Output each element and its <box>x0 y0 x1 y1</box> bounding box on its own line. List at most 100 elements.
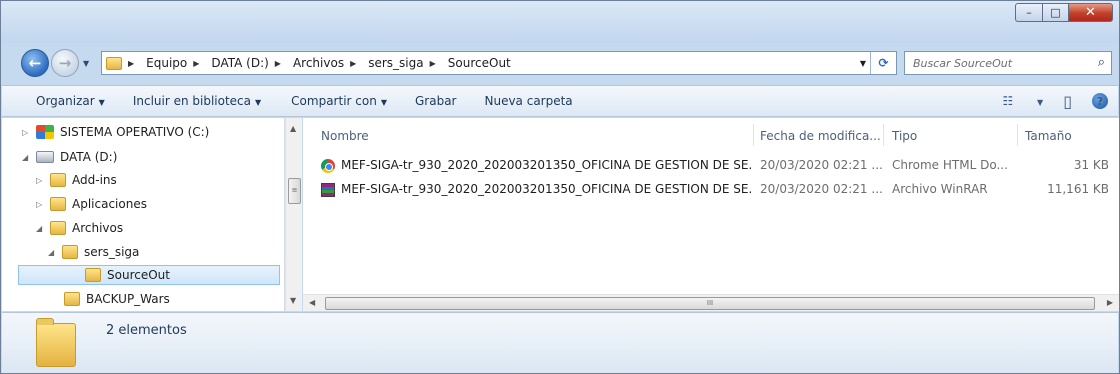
scroll-left-arrow-icon[interactable]: ◀ <box>309 298 315 307</box>
scroll-down-arrow-icon[interactable]: ▼ <box>290 296 296 305</box>
folder-icon <box>62 245 78 259</box>
share-label: Compartir con <box>291 94 377 108</box>
column-header-type[interactable]: Tipo <box>892 126 917 146</box>
folder-icon <box>85 268 101 282</box>
breadcrumb-label[interactable]: SourceOut <box>448 56 511 70</box>
search-input[interactable]: Buscar SourceOut ⌕ <box>904 51 1112 75</box>
tree-item-add-ins[interactable]: ▷ Add-ins <box>36 170 117 190</box>
tree-item-aplicaciones[interactable]: ▷ Aplicaciones <box>36 194 147 214</box>
file-type: Chrome HTML Do... <box>892 158 1008 172</box>
breadcrumb-archivos[interactable]: Archivos <box>293 56 344 70</box>
title-bar: – □ ✕ <box>1 1 1119 43</box>
breadcrumb-label[interactable]: Equipo <box>146 56 187 70</box>
tree-item-archivos[interactable]: ◢ Archivos <box>36 218 123 238</box>
tree-item-label: Archivos <box>72 221 124 235</box>
close-button[interactable]: ✕ <box>1069 3 1113 22</box>
tree-item-label: DATA (D:) <box>60 150 118 164</box>
tree-item-label: Aplicaciones <box>72 197 147 211</box>
column-header-size[interactable]: Tamaño <box>1025 126 1072 146</box>
minimize-button[interactable]: – <box>1015 3 1043 22</box>
file-size: 31 KB <box>1073 158 1109 172</box>
search-icon[interactable]: ⌕ <box>1098 55 1105 70</box>
expand-arrow-icon[interactable]: ▷ <box>22 128 32 137</box>
burn-button[interactable]: Grabar <box>401 94 471 108</box>
back-button[interactable]: ← <box>21 49 49 77</box>
file-list: Nombre Fecha de modifica... Tipo Tamaño … <box>303 118 1119 294</box>
details-pane: 2 elementos <box>2 312 1118 373</box>
view-controls: ☷ ▼ ▯ ? <box>962 86 1108 116</box>
folder-icon <box>50 221 66 235</box>
folder-icon <box>106 56 122 70</box>
breadcrumb-root-separator[interactable]: ▶ <box>128 59 140 68</box>
scrollbar-thumb[interactable]: III <box>325 297 1095 310</box>
breadcrumb-equipo[interactable]: Equipo <box>146 56 187 70</box>
organize-menu[interactable]: Organizar ▼ <box>2 94 119 108</box>
file-row[interactable]: MEF-SIGA-tr_930_2020_202003201350_OFICIN… <box>303 180 1119 200</box>
chevron-right-icon[interactable]: ▶ <box>430 59 436 68</box>
collapse-arrow-icon[interactable]: ◢ <box>22 153 32 162</box>
tree-item-data-d[interactable]: ◢ DATA (D:) <box>22 147 117 167</box>
file-list-horizontal-scrollbar[interactable]: ◀ III ▶ <box>303 294 1119 311</box>
tree-item-sourceout[interactable]: SourceOut <box>18 265 280 285</box>
caption-buttons: – □ ✕ <box>1015 3 1113 22</box>
file-name-cell[interactable]: MEF-SIGA-tr_930_2020_202003201350_OFICIN… <box>321 158 751 173</box>
breadcrumb-data-d[interactable]: DATA (D:) <box>211 56 268 70</box>
expand-arrow-icon[interactable]: ▷ <box>36 176 46 185</box>
breadcrumb-sers-siga[interactable]: sers_siga <box>368 56 423 70</box>
column-label: Tipo <box>892 129 918 143</box>
scroll-up-arrow-icon[interactable]: ▲ <box>290 124 296 133</box>
navigation-vertical-scrollbar[interactable]: ▲ ≡ ▼ <box>285 118 302 311</box>
column-label: Fecha de modifica... <box>760 129 881 143</box>
tree-item-sistema-operativo[interactable]: ▷ SISTEMA OPERATIVO (C:) <box>22 122 209 142</box>
address-history-dropdown[interactable]: ▼ <box>860 59 866 68</box>
collapse-arrow-icon[interactable]: ◢ <box>36 224 46 233</box>
column-divider[interactable] <box>1017 124 1018 146</box>
address-bar[interactable]: ▶ Equipo ▶ DATA (D:) ▶ Archivos ▶ sers_s… <box>101 51 897 75</box>
column-divider[interactable] <box>753 124 754 146</box>
chevron-right-icon[interactable]: ▶ <box>275 59 281 68</box>
chrome-icon <box>321 158 335 173</box>
change-view-button[interactable]: ☷ ▼ <box>982 94 1043 108</box>
breadcrumb-label[interactable]: Archivos <box>293 56 344 70</box>
windows-drive-icon <box>36 125 54 139</box>
winrar-icon <box>321 182 335 197</box>
breadcrumb-sourceout[interactable]: SourceOut <box>448 56 511 70</box>
preview-pane-button[interactable]: ▯ <box>1063 92 1072 111</box>
maximize-button[interactable]: □ <box>1043 3 1069 22</box>
chevron-right-icon[interactable]: ▶ <box>193 59 199 68</box>
include-in-library-menu[interactable]: Incluir en biblioteca ▼ <box>119 94 275 108</box>
file-name-cell[interactable]: MEF-SIGA-tr_930_2020_202003201350_OFICIN… <box>321 182 751 197</box>
folder-icon <box>50 197 66 211</box>
column-header-name[interactable]: Nombre <box>321 126 369 146</box>
share-with-menu[interactable]: Compartir con ▼ <box>275 94 401 108</box>
column-label: Tamaño <box>1025 129 1072 143</box>
tree-item-label: BACKUP_Wars <box>86 292 170 306</box>
forward-button[interactable]: → <box>51 49 79 77</box>
drive-icon <box>36 151 54 163</box>
expand-arrow-icon[interactable]: ▷ <box>36 200 46 209</box>
column-divider[interactable] <box>883 124 884 146</box>
file-size: 11,161 KB <box>1047 182 1109 196</box>
breadcrumb-label[interactable]: DATA (D:) <box>211 56 268 70</box>
help-icon[interactable]: ? <box>1092 93 1108 109</box>
tree-item-label: Add-ins <box>72 173 117 187</box>
tree-item-label: SourceOut <box>107 268 170 282</box>
file-row[interactable]: MEF-SIGA-tr_930_2020_202003201350_OFICIN… <box>303 156 1119 176</box>
view-list-icon[interactable]: ☷ <box>1002 94 1013 108</box>
tree-item-backup-wars[interactable]: BACKUP_Wars <box>64 289 170 309</box>
breadcrumb-label[interactable]: sers_siga <box>368 56 423 70</box>
chevron-down-icon[interactable]: ▼ <box>1037 98 1043 107</box>
file-date: 20/03/2020 02:21 ... <box>760 182 882 196</box>
chevron-right-icon[interactable]: ▶ <box>128 59 134 68</box>
new-folder-button[interactable]: Nueva carpeta <box>470 94 586 108</box>
refresh-button[interactable]: ⟳ <box>870 52 896 74</box>
tree-item-sers-siga[interactable]: ◢ sers_siga <box>48 242 139 262</box>
recent-pages-dropdown[interactable]: ▼ <box>83 59 89 68</box>
scroll-right-arrow-icon[interactable]: ▶ <box>1107 298 1113 307</box>
collapse-arrow-icon[interactable]: ◢ <box>48 248 58 257</box>
column-header-date[interactable]: Fecha de modifica... <box>760 126 881 146</box>
chevron-right-icon[interactable]: ▶ <box>350 59 356 68</box>
tree-item-label: sers_siga <box>84 245 140 259</box>
scrollbar-thumb[interactable]: ≡ <box>288 178 301 204</box>
chevron-down-icon: ▼ <box>255 98 262 107</box>
